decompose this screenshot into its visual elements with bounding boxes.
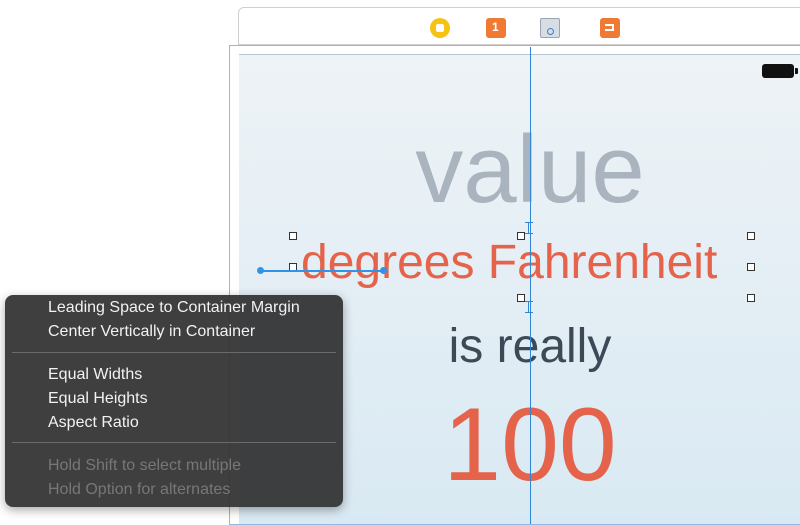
resize-handle-bottom-center[interactable] bbox=[517, 294, 525, 302]
menu-separator bbox=[12, 442, 336, 443]
resize-handle-middle-right[interactable] bbox=[747, 263, 755, 271]
constraint-popup-menu: Leading Space to Container Margin Center… bbox=[5, 295, 343, 507]
exit-icon[interactable] bbox=[600, 18, 620, 38]
hint-shift-select: Hold Shift to select multiple bbox=[48, 457, 241, 474]
resize-handle-top-left[interactable] bbox=[289, 232, 297, 240]
menu-item-aspect-ratio[interactable]: Aspect Ratio bbox=[48, 414, 139, 432]
view-icon[interactable] bbox=[540, 18, 560, 38]
value-label[interactable]: value bbox=[239, 122, 800, 218]
menu-item-center-vertically[interactable]: Center Vertically in Container bbox=[48, 323, 255, 341]
center-alignment-guide bbox=[530, 47, 531, 524]
view-controller-icon[interactable] bbox=[430, 18, 450, 38]
menu-item-equal-widths[interactable]: Equal Widths bbox=[48, 366, 142, 384]
vertical-spacing-indicator-bottom bbox=[525, 301, 536, 313]
battery-icon bbox=[762, 64, 798, 78]
vertical-spacing-indicator-top bbox=[525, 222, 536, 234]
resize-handle-top-center[interactable] bbox=[517, 232, 525, 240]
resize-handle-bottom-right[interactable] bbox=[747, 294, 755, 302]
resize-handle-top-right[interactable] bbox=[747, 232, 755, 240]
constraint-drag-line bbox=[261, 270, 383, 272]
menu-item-leading-space[interactable]: Leading Space to Container Margin bbox=[48, 299, 300, 317]
hint-option-alternates: Hold Option for alternates bbox=[48, 481, 231, 498]
menu-item-equal-heights[interactable]: Equal Heights bbox=[48, 390, 148, 408]
drag-end-point bbox=[380, 267, 387, 274]
degrees-label[interactable]: degrees Fahrenheit bbox=[301, 239, 717, 287]
scene-dock bbox=[238, 7, 800, 45]
first-responder-icon[interactable] bbox=[486, 18, 506, 38]
drag-start-point bbox=[257, 267, 264, 274]
menu-separator bbox=[12, 352, 336, 353]
